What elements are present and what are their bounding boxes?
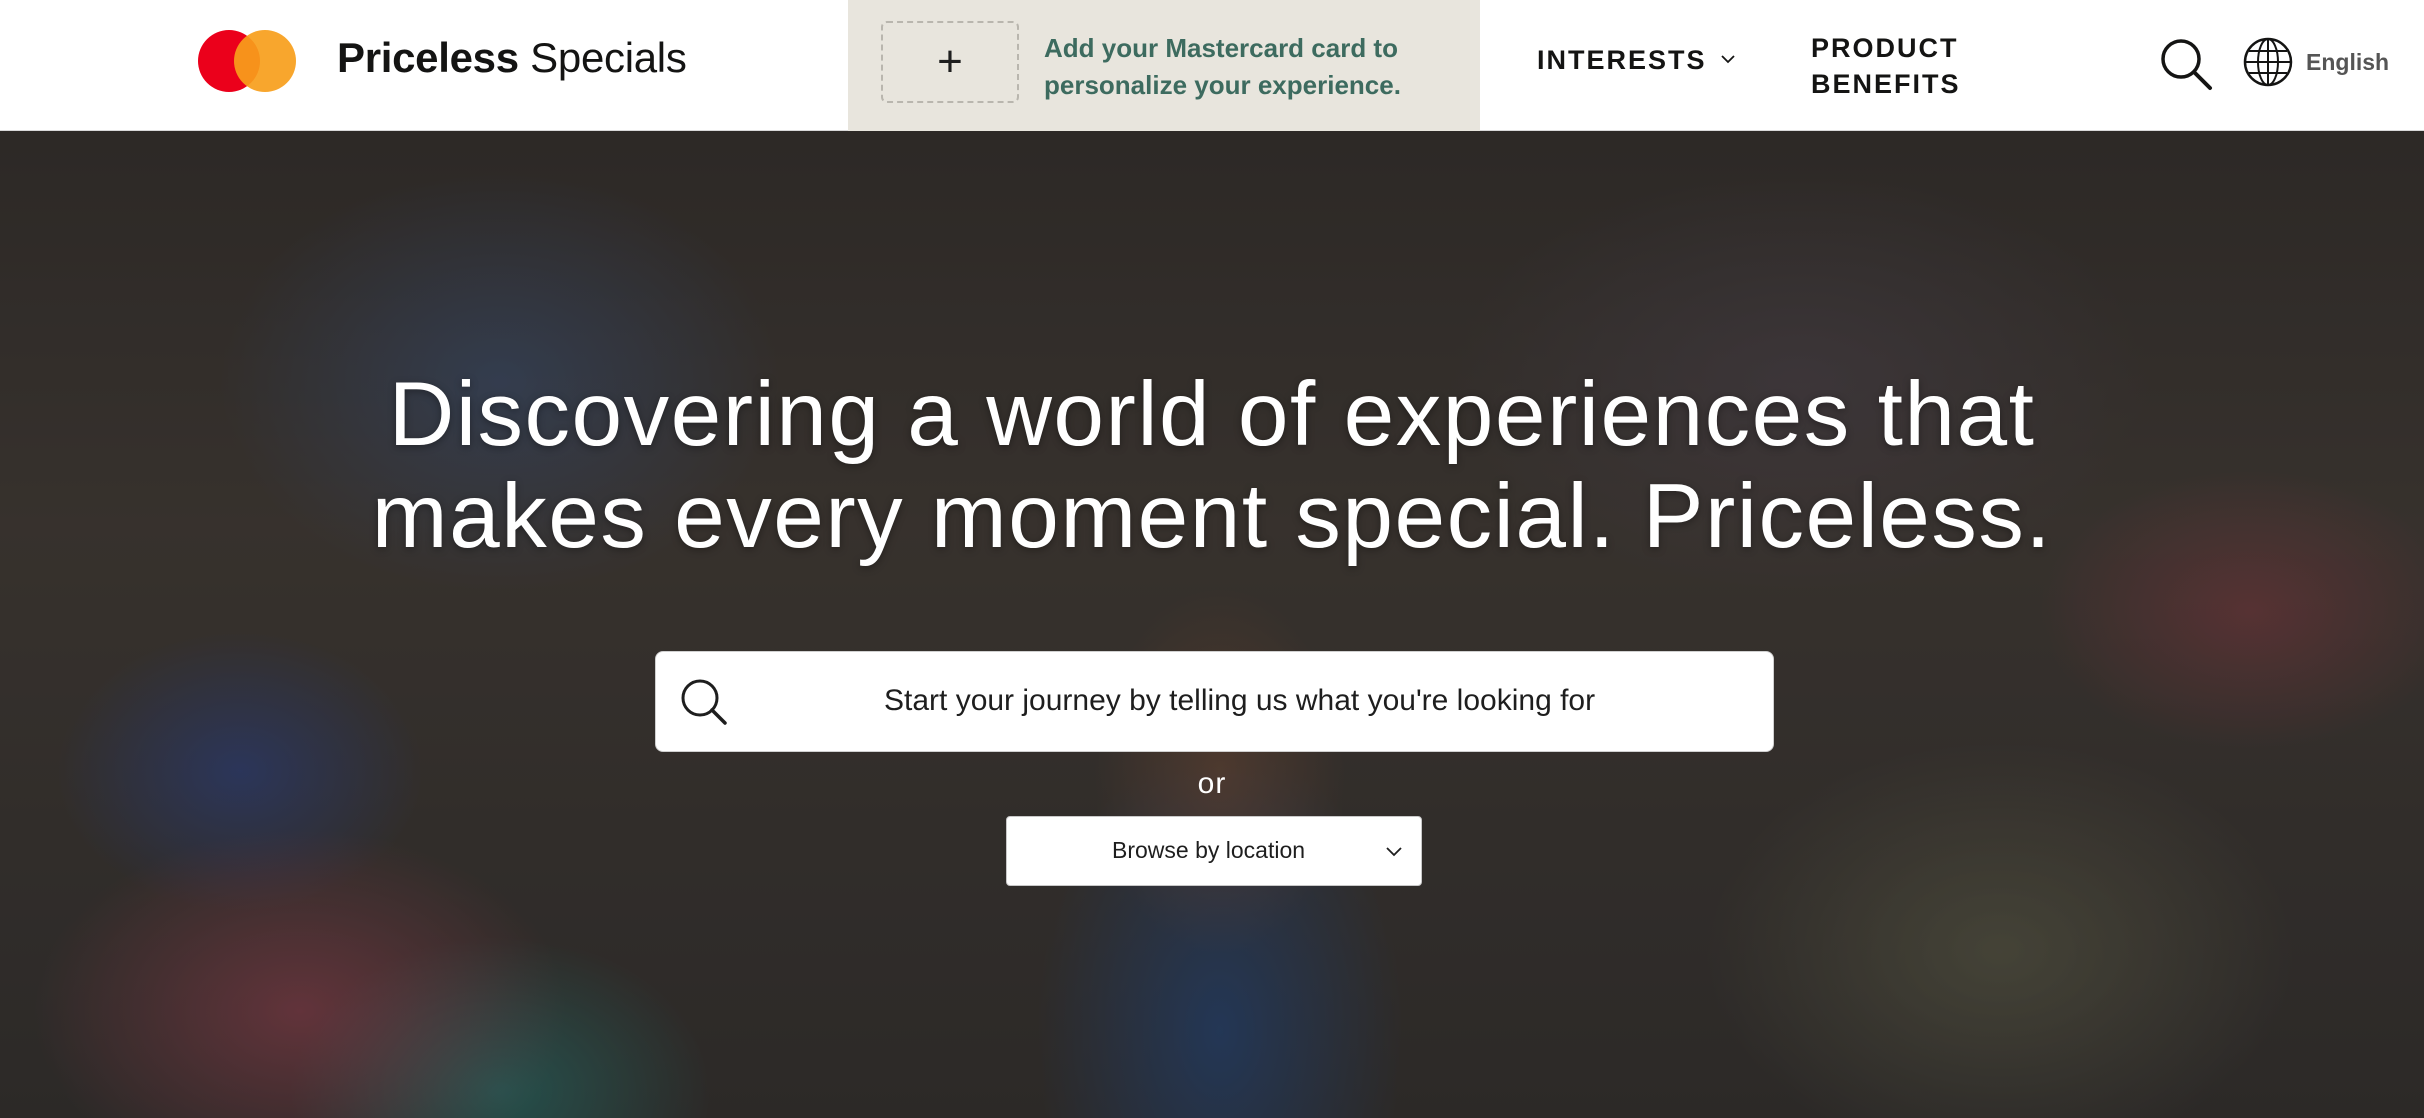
add-card-promo-text: Add your Mastercard card to personalize … — [1044, 33, 1401, 100]
add-card-promo: + Add your Mastercard card to personaliz… — [848, 0, 1480, 131]
hero-title: Discovering a world of experiences that … — [0, 364, 2424, 568]
nav-benefits-line2: BENEFITS — [1811, 69, 1961, 99]
hero-title-line1: Discovering a world of experiences that — [388, 364, 2036, 465]
mastercard-logo-icon[interactable] — [198, 30, 298, 92]
brand-name-light: Specials — [518, 34, 687, 81]
nav-interests[interactable]: INTERESTS — [1537, 45, 1735, 76]
hero-title-line2: makes every moment special. Priceless. — [371, 466, 2053, 567]
search-input[interactable]: Start your journey by telling us what yo… — [655, 651, 1774, 752]
browse-by-location-select[interactable]: Browse by location — [1006, 816, 1422, 886]
chevron-down-icon — [1720, 54, 1735, 63]
hero-section: Discovering a world of experiences that … — [0, 131, 2424, 1118]
nav-product-benefits[interactable]: PRODUCT BENEFITS — [1811, 30, 1961, 102]
or-divider-text: or — [1197, 767, 1227, 800]
search-placeholder: Start your journey by telling us what yo… — [884, 684, 1596, 717]
plus-icon: + — [937, 37, 963, 86]
brand-name-bold: Priceless — [337, 34, 519, 81]
language-selector[interactable]: English — [2242, 36, 2389, 88]
nav-interests-label: INTERESTS — [1537, 45, 1707, 75]
nav-benefits-line1: PRODUCT — [1811, 33, 1959, 63]
site-header: Priceless Specials + Add your Mastercard… — [0, 0, 2424, 131]
search-icon — [681, 679, 727, 725]
brand-name[interactable]: Priceless Specials — [337, 34, 687, 82]
chevron-down-icon — [1386, 847, 1402, 857]
browse-label: Browse by location — [1112, 837, 1306, 863]
search-icon[interactable] — [2158, 36, 2214, 92]
hero-background-image — [0, 131, 2424, 1118]
language-label: English — [2306, 48, 2390, 75]
add-card-button[interactable]: + — [881, 21, 1019, 103]
globe-icon — [2243, 37, 2293, 87]
